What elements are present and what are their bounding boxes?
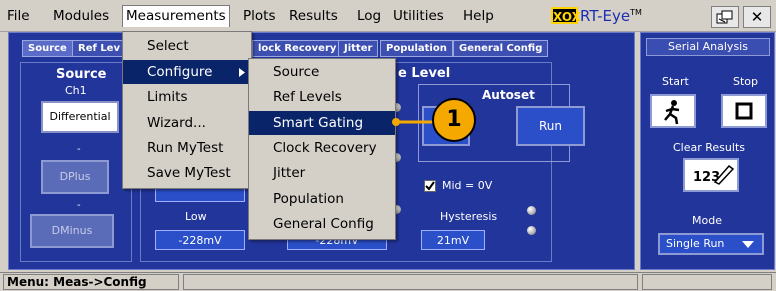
menu-utilities[interactable]: Utilities	[390, 5, 447, 27]
mode-dropdown[interactable]: Single Run	[658, 233, 764, 255]
menu-item-run-mytest[interactable]: Run MyTest	[147, 136, 223, 160]
submenu-item-smart-gating[interactable]: Smart Gating	[249, 111, 395, 135]
ref-section-title: e Level	[398, 66, 451, 81]
brand-logo: XOX	[551, 7, 581, 24]
submenu-item-clock-recovery[interactable]: Clock Recovery	[273, 136, 377, 160]
low-label: Low	[185, 210, 207, 223]
hysteresis-label: Hysteresis	[440, 210, 498, 223]
submenu-item-source[interactable]: Source	[273, 60, 319, 84]
menu-bar	[0, 0, 776, 32]
clear-results-button[interactable]: 123	[683, 158, 739, 192]
submenu-item-ref-levels[interactable]: Ref Levels	[273, 85, 342, 109]
menu-item-configure-label: Configure	[147, 64, 213, 80]
menu-log[interactable]: Log	[354, 5, 384, 27]
chevron-down-icon	[742, 241, 754, 248]
stop-label: Stop	[733, 75, 759, 88]
mid-zero-checkbox[interactable]	[424, 180, 436, 192]
knob-icon-upper[interactable]	[527, 206, 536, 215]
stop-button[interactable]	[721, 94, 767, 128]
dminus-button[interactable]: DMinus	[30, 214, 114, 248]
tab-source[interactable]: Source	[22, 40, 73, 57]
callout-badge: 1	[432, 98, 476, 142]
menu-modules[interactable]: Modules	[50, 5, 112, 27]
running-man-icon	[664, 100, 680, 125]
menu-plots[interactable]: Plots	[240, 5, 278, 27]
submenu-item-jitter[interactable]: Jitter	[273, 161, 305, 185]
source-title: Source	[56, 67, 107, 82]
dplus-button[interactable]: DPlus	[41, 160, 109, 194]
menu-item-save-mytest[interactable]: Save MyTest	[147, 161, 231, 185]
close-button[interactable]: ✕	[743, 6, 771, 28]
status-text: Menu: Meas->Config	[3, 274, 179, 290]
menu-item-limits[interactable]: Limits	[147, 85, 188, 109]
menu-item-wizard[interactable]: Wizard...	[147, 111, 206, 135]
plus-separator: -	[77, 144, 81, 155]
mid-zero-label: Mid = 0V	[442, 179, 493, 192]
autoset-run-button[interactable]: Run	[516, 106, 585, 146]
start-button[interactable]	[650, 94, 696, 128]
restore-button[interactable]	[711, 6, 739, 28]
clear-results-label: Clear Results	[673, 141, 745, 154]
hysteresis-field[interactable]: 21mV	[421, 230, 485, 250]
tab-jitter[interactable]: Jitter	[338, 40, 379, 57]
menu-results[interactable]: Results	[286, 5, 341, 27]
mode-label: Mode	[692, 214, 722, 227]
menu-file[interactable]: File	[4, 5, 33, 27]
tab-ref-levels[interactable]: Ref Lev	[72, 40, 126, 57]
status-pane-3	[642, 274, 772, 290]
differential-button[interactable]: Differential	[41, 101, 119, 133]
menu-item-select[interactable]: Select	[147, 34, 189, 58]
measurements-menu: Select Configure Limits Wizard... Run My…	[122, 31, 252, 189]
tab-population[interactable]: Population	[380, 40, 453, 57]
minus-separator: -	[77, 200, 81, 211]
menu-item-configure[interactable]: Configure	[123, 60, 251, 84]
check-icon	[425, 181, 435, 191]
menu-measurements[interactable]: Measurements	[122, 5, 230, 27]
app-title: RT-EyeTM	[580, 7, 642, 25]
restore-icon	[716, 10, 733, 24]
tab-general-config[interactable]: General Config	[453, 40, 549, 57]
eraser-icon: 123	[693, 164, 735, 185]
tab-clock-recovery[interactable]: lock Recovery	[252, 40, 343, 57]
submenu-arrow-icon	[239, 68, 245, 77]
start-label: Start	[662, 75, 689, 88]
submenu-item-general-config[interactable]: General Config	[273, 212, 374, 236]
serial-analysis-title: Serial Analysis	[646, 38, 770, 56]
menu-help[interactable]: Help	[460, 5, 497, 27]
low-value-field[interactable]: -228mV	[155, 230, 245, 250]
mode-value: Single Run	[666, 237, 725, 250]
source-channel: Ch1	[65, 84, 87, 97]
status-pane-2	[183, 274, 638, 290]
stop-square-icon	[735, 102, 753, 120]
submenu-item-population[interactable]: Population	[273, 187, 344, 211]
knob-icon-lower[interactable]	[527, 226, 536, 235]
configure-submenu: Source Ref Levels Smart Gating Clock Rec…	[248, 58, 396, 240]
